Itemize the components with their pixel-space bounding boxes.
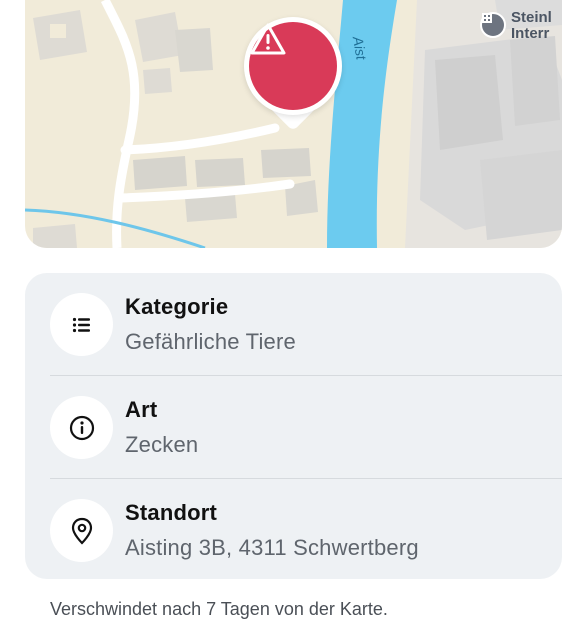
detail-row-standort: Standort Aisting 3B, 4311 Schwertberg (25, 479, 562, 582)
detail-value: Aisting 3B, 4311 Schwertberg (125, 535, 419, 560)
details-card: Kategorie Gefährliche Tiere Art Zecken S… (25, 273, 562, 579)
location-pin-icon (50, 499, 113, 562)
building-icon (480, 12, 506, 38)
poi-marker[interactable]: Steinl Interr (480, 10, 552, 42)
poi-label-line2: Interr (511, 25, 550, 42)
detail-value: Gefährliche Tiere (125, 329, 296, 354)
map-view[interactable]: Aist Steinl Interr (25, 0, 562, 248)
expiry-note: Verschwindet nach 7 Tagen von der Karte. (50, 599, 388, 619)
detail-row-kategorie: Kategorie Gefährliche Tiere (25, 273, 562, 376)
poi-label: Steinl Interr (511, 10, 552, 42)
detail-row-art: Art Zecken (25, 376, 562, 479)
pin-core (249, 22, 337, 110)
poi-label-line1: Steinl (511, 9, 552, 26)
list-icon (50, 293, 113, 356)
warning-triangle-icon (250, 23, 286, 55)
detail-title: Standort (125, 500, 218, 525)
report-location-pin[interactable] (244, 17, 342, 137)
detail-value: Zecken (125, 432, 199, 457)
detail-title: Art (125, 397, 158, 422)
detail-title: Kategorie (125, 294, 229, 319)
info-icon (50, 396, 113, 459)
report-detail-screen: Aist Steinl Interr Kategorie Gefährliche… (0, 0, 587, 639)
